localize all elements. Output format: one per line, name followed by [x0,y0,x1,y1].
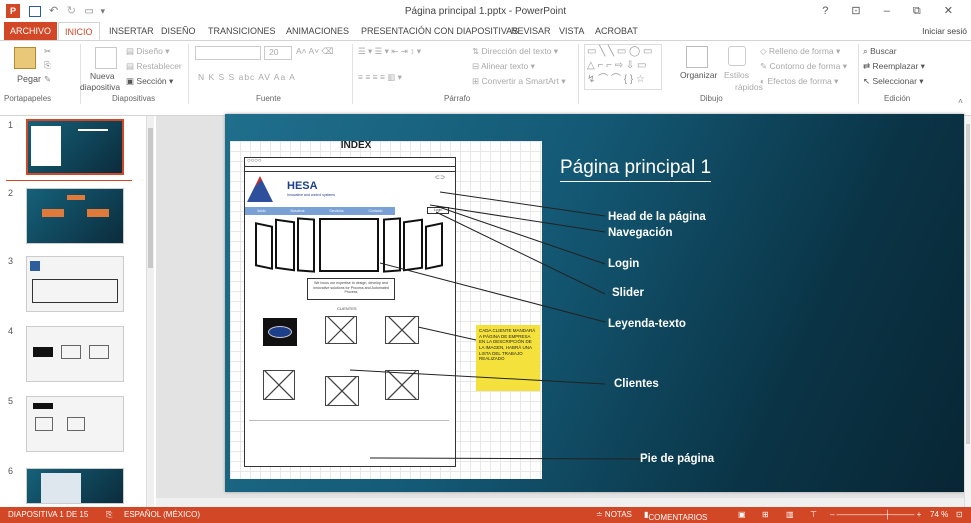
language-indicator[interactable]: ESPAÑOL (MÉXICO) [124,510,200,519]
comments-button[interactable]: ▮ COMENTARIOS [644,510,707,522]
label-navigation: Navegación [608,227,673,239]
label-head: Head de la página [608,211,706,223]
zoom-slider[interactable]: – ——————┼——— + [830,510,921,519]
horizontal-scrollbar[interactable] [156,498,964,507]
status-bar: DIAPOSITIVA 1 DE 15 ⎘ ESPAÑOL (MÉXICO) ≐… [0,507,971,523]
label-pie: Pie de página [640,453,715,465]
label-slider: Slider [612,287,644,299]
label-leyenda: Leyenda-texto [608,318,686,330]
vertical-scrollbar[interactable] [964,116,971,507]
slideshow-icon[interactable]: ⊤ [810,510,817,519]
slide-counter: DIAPOSITIVA 1 DE 15 [8,510,89,519]
comments-label: COMENTARIOS [648,513,708,522]
spellcheck-icon[interactable]: ⎘ [106,510,112,520]
annotation-arrows [349,191,641,460]
slide-sorter-icon[interactable]: ⊞ [762,510,769,519]
notes-button[interactable]: ≐ NOTAS [596,510,632,519]
reading-view-icon[interactable]: ▥ [786,510,794,519]
label-clientes: Clientes [614,378,659,390]
zoom-level[interactable]: 74 % [930,510,948,519]
label-login: Login [608,258,640,270]
fit-slide-icon[interactable]: ⊡ [956,510,963,519]
normal-view-icon[interactable]: ▣ [738,510,746,519]
